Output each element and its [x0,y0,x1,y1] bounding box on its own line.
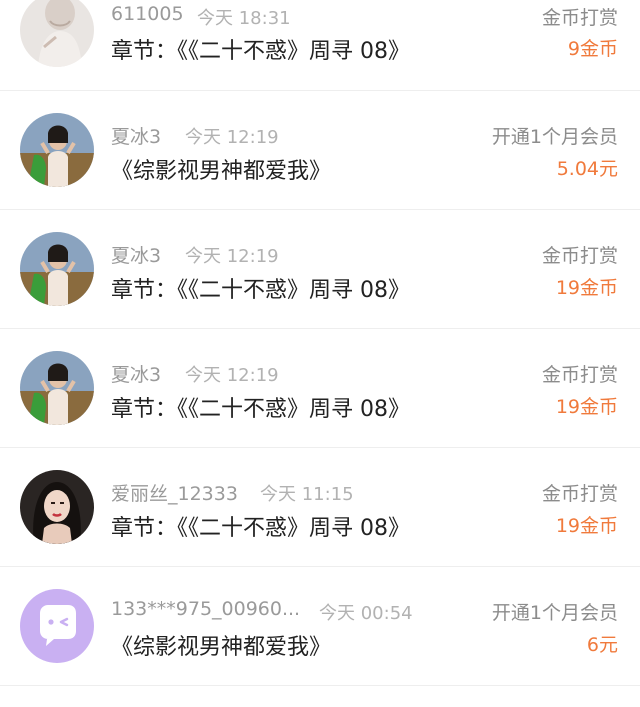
record-content: 章节：《《二十不惑》周寻 08》 [111,278,410,303]
record-item[interactable]: 爱丽丝_12333 今天 11:15 章节：《《二十不惑》周寻 08》 金币打赏… [0,470,640,589]
username: 133***975_00960... [111,598,301,620]
avatar[interactable] [20,470,94,544]
timestamp: 今天 12:19 [185,127,279,148]
record-content: 章节：《《二十不惑》周寻 08》 [111,397,410,422]
username: 夏冰3 [111,364,162,386]
username: 夏冰3 [111,126,162,148]
transaction-type: 金币打赏 [541,364,618,386]
transaction-amount: 19金币 [555,515,618,537]
record-item[interactable]: 夏冰3 今天 12:19 《综影视男神都爱我》 开通1个月会员 5.04元 [0,113,640,232]
avatar[interactable] [20,113,94,187]
transaction-type: 金币打赏 [541,483,618,505]
row-divider [0,685,640,686]
transaction-amount: 5.04元 [556,158,618,180]
transaction-type: 金币打赏 [541,7,618,29]
row-divider [0,566,640,567]
user-avatar-photo-icon [20,470,94,544]
record-item[interactable]: 夏冰3 今天 12:19 章节：《《二十不惑》周寻 08》 金币打赏 19金币 [0,232,640,351]
row-divider [0,209,640,210]
chat-bubble-icon [20,589,94,663]
timestamp: 今天 18:31 [197,8,291,29]
transaction-type: 金币打赏 [541,245,618,267]
username: 爱丽丝_12333 [111,483,238,505]
user-avatar-photo-icon [20,0,94,67]
record-item[interactable]: 611005 今天 18:31 章节：《《二十不惑》周寻 08》 金币打赏 9金… [0,0,640,112]
transaction-type: 开通1个月会员 [491,602,618,624]
timestamp: 今天 00:54 [319,603,413,624]
transaction-amount: 6元 [586,634,618,656]
avatar[interactable] [20,589,94,663]
transaction-amount: 9金币 [567,38,618,60]
row-divider [0,90,640,91]
avatar[interactable] [20,351,94,425]
timestamp: 今天 11:15 [260,484,354,505]
username: 夏冰3 [111,245,162,267]
avatar[interactable] [20,232,94,306]
row-divider [0,328,640,329]
record-item[interactable]: 夏冰3 今天 12:19 章节：《《二十不惑》周寻 08》 金币打赏 19金币 [0,351,640,470]
transaction-amount: 19金币 [555,277,618,299]
avatar[interactable] [20,0,94,67]
record-content: 《综影视男神都爱我》 [111,635,332,660]
user-avatar-photo-icon [20,113,94,187]
username: 611005 [111,3,184,25]
record-item[interactable]: 133***975_00960... 今天 00:54 《综影视男神都爱我》 开… [0,589,640,707]
row-divider [0,447,640,448]
record-content: 章节：《《二十不惑》周寻 08》 [111,516,410,541]
income-record-list: 611005 今天 18:31 章节：《《二十不惑》周寻 08》 金币打赏 9金… [0,0,640,707]
timestamp: 今天 12:19 [185,365,279,386]
user-avatar-photo-icon [20,232,94,306]
timestamp: 今天 12:19 [185,246,279,267]
user-avatar-photo-icon [20,351,94,425]
record-content: 章节：《《二十不惑》周寻 08》 [111,39,410,64]
transaction-amount: 19金币 [555,396,618,418]
record-content: 《综影视男神都爱我》 [111,159,332,184]
transaction-type: 开通1个月会员 [491,126,618,148]
